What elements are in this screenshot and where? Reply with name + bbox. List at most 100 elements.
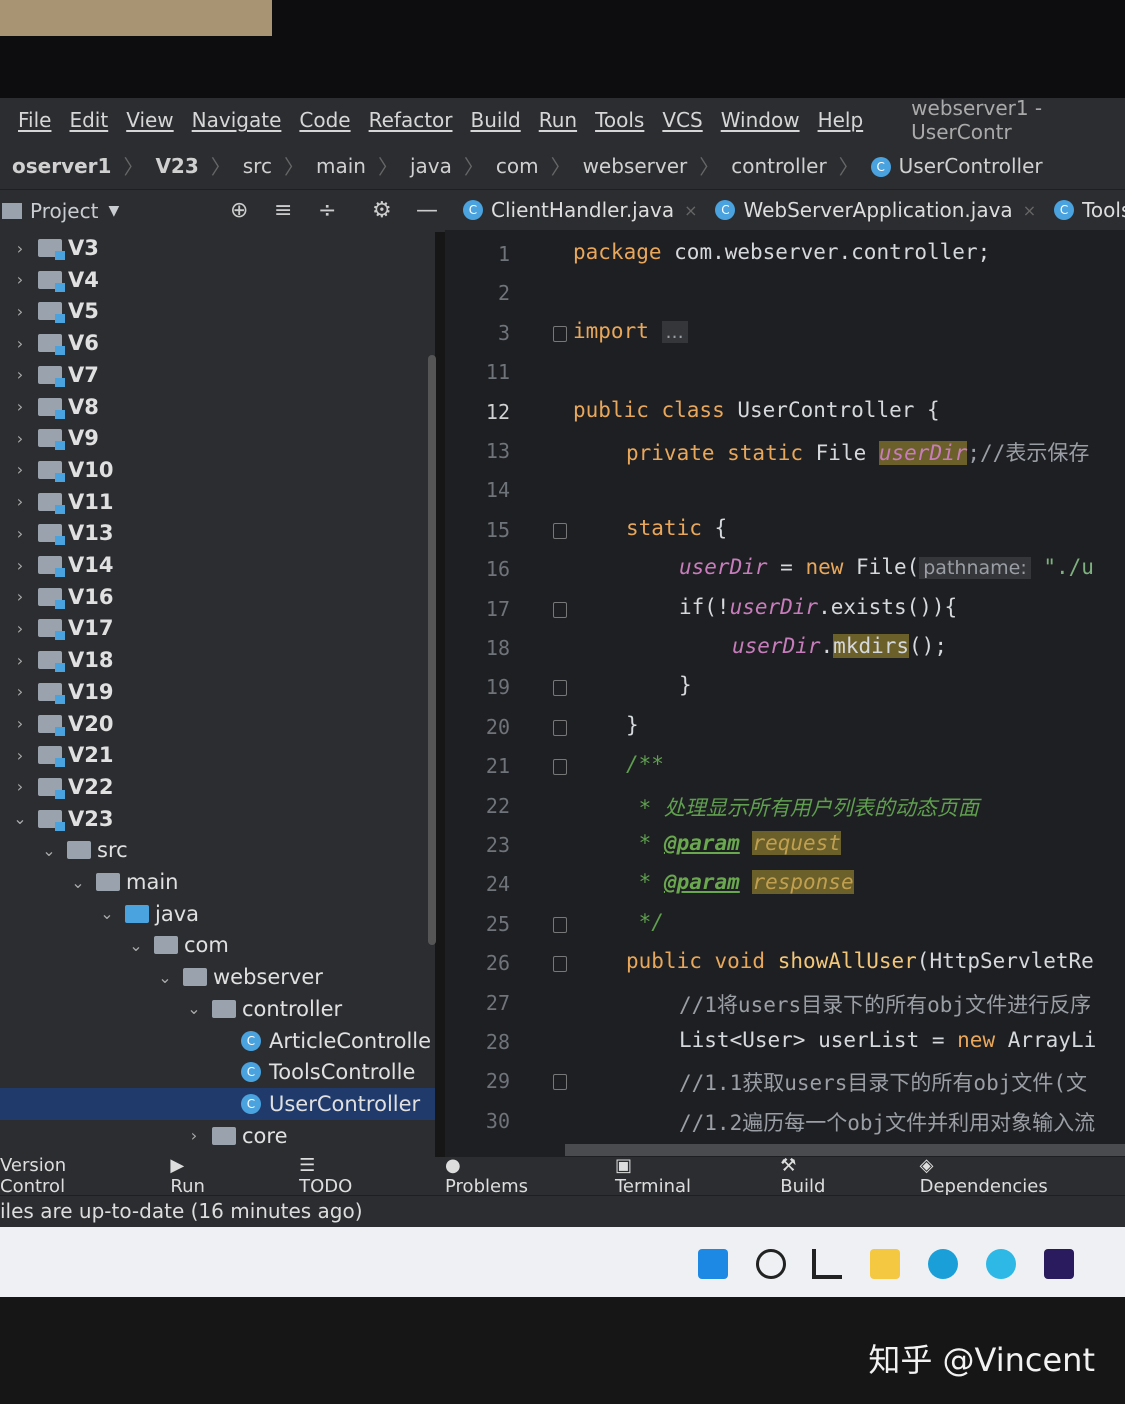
file-explorer-icon[interactable]: [870, 1249, 900, 1279]
tree-item[interactable]: ⌄ java: [0, 898, 435, 930]
tree-item[interactable]: ⌄ V23: [0, 803, 435, 835]
tree-item[interactable]: › V6: [0, 327, 435, 359]
menu-run[interactable]: Run: [539, 108, 577, 132]
fold-marker-icon[interactable]: [553, 601, 567, 618]
chevron-right-icon[interactable]: ›: [10, 334, 30, 353]
breadcrumb-item[interactable]: controller: [731, 154, 826, 178]
menu-help[interactable]: Help: [818, 108, 864, 132]
fold-marker-icon[interactable]: [553, 759, 567, 776]
fold-marker-icon[interactable]: [553, 956, 567, 973]
chevron-down-icon[interactable]: ⌄: [10, 809, 30, 828]
expand-all-icon[interactable]: ≡: [274, 198, 292, 223]
tree-item[interactable]: › V10: [0, 454, 435, 486]
menu-tools[interactable]: Tools: [595, 108, 644, 132]
project-scrollbar[interactable]: [428, 355, 436, 945]
tree-item[interactable]: › V17: [0, 612, 435, 644]
minimize-icon[interactable]: —: [416, 198, 438, 223]
chevron-right-icon[interactable]: ›: [10, 270, 30, 289]
breadcrumb-item[interactable]: src: [243, 154, 272, 178]
tool-todo[interactable]: ☰ TODO: [299, 1155, 413, 1197]
editor-tab[interactable]: C WebServerApplication.java ×: [715, 198, 1036, 222]
breadcrumb-item[interactable]: V23: [155, 154, 198, 178]
fold-marker-icon[interactable]: [553, 719, 567, 736]
editor-tab[interactable]: C Tools: [1054, 198, 1125, 222]
tree-item[interactable]: › V18: [0, 644, 435, 676]
chevron-right-icon[interactable]: ›: [10, 397, 30, 416]
tree-item[interactable]: › V16: [0, 581, 435, 613]
breadcrumb-item[interactable]: com: [496, 154, 539, 178]
collapse-all-icon[interactable]: ÷: [318, 198, 336, 223]
chevron-right-icon[interactable]: ›: [10, 587, 30, 606]
fold-marker-icon[interactable]: [553, 1074, 567, 1091]
fold-marker-icon[interactable]: [553, 325, 567, 342]
tree-item[interactable]: ⌄ src: [0, 834, 435, 866]
tool-run[interactable]: ▶ Run: [170, 1155, 267, 1197]
chevron-right-icon[interactable]: ›: [10, 460, 30, 479]
task-view-icon[interactable]: [812, 1249, 842, 1279]
menu-navigate[interactable]: Navigate: [192, 108, 282, 132]
menu-build[interactable]: Build: [471, 108, 521, 132]
tree-item[interactable]: ⌄ main: [0, 866, 435, 898]
chevron-right-icon[interactable]: ›: [10, 429, 30, 448]
editor-tab[interactable]: C ClientHandler.java ×: [463, 198, 697, 222]
tree-item[interactable]: ⌄ controller: [0, 993, 435, 1025]
breadcrumb-item[interactable]: webserver: [583, 154, 688, 178]
tree-item[interactable]: › V11: [0, 486, 435, 518]
edge-icon[interactable]: [928, 1249, 958, 1279]
breadcrumb-item[interactable]: oserver1: [12, 154, 111, 178]
menu-vcs[interactable]: VCS: [662, 108, 702, 132]
chevron-down-icon[interactable]: ⌄: [184, 999, 204, 1018]
tree-item[interactable]: › V20: [0, 708, 435, 740]
tree-item[interactable]: C UserController: [0, 1087, 435, 1120]
start-icon[interactable]: [698, 1249, 728, 1279]
chevron-right-icon[interactable]: ›: [10, 777, 30, 796]
chevron-right-icon[interactable]: ›: [10, 619, 30, 638]
browser-icon[interactable]: [986, 1249, 1016, 1279]
menu-window[interactable]: Window: [721, 108, 800, 132]
search-icon[interactable]: [756, 1249, 786, 1279]
tree-item[interactable]: › V5: [0, 295, 435, 327]
menu-refactor[interactable]: Refactor: [369, 108, 453, 132]
chevron-down-icon[interactable]: ▼: [108, 203, 119, 219]
tree-item[interactable]: › V13: [0, 517, 435, 549]
tree-item[interactable]: › V22: [0, 771, 435, 803]
menu-edit[interactable]: Edit: [69, 108, 108, 132]
tool-problems[interactable]: ● Problems: [445, 1155, 583, 1197]
chevron-right-icon[interactable]: ›: [10, 556, 30, 575]
chevron-right-icon[interactable]: ›: [10, 651, 30, 670]
tree-item[interactable]: › V4: [0, 264, 435, 296]
tree-item[interactable]: › V3: [0, 232, 435, 264]
chevron-down-icon[interactable]: ⌄: [126, 936, 146, 955]
chevron-right-icon[interactable]: ›: [10, 492, 30, 511]
tree-item[interactable]: › V9: [0, 422, 435, 454]
tree-item[interactable]: › V19: [0, 676, 435, 708]
chevron-down-icon[interactable]: ⌄: [155, 968, 175, 987]
project-panel-title[interactable]: Project: [30, 199, 98, 223]
tool-dependencies[interactable]: ◈ Dependencies: [920, 1155, 1093, 1197]
chevron-right-icon[interactable]: ›: [10, 714, 30, 733]
chevron-right-icon[interactable]: ›: [10, 746, 30, 765]
menu-code[interactable]: Code: [299, 108, 350, 132]
intellij-icon[interactable]: [1044, 1249, 1074, 1279]
tree-item[interactable]: › V8: [0, 391, 435, 423]
tool-build[interactable]: ⚒ Build: [780, 1155, 887, 1197]
chevron-down-icon[interactable]: ⌄: [39, 841, 59, 860]
tree-item[interactable]: › core: [0, 1120, 435, 1152]
chevron-right-icon[interactable]: ›: [10, 302, 30, 321]
tree-item[interactable]: C ArticleControlle: [0, 1025, 435, 1057]
chevron-down-icon[interactable]: ⌄: [68, 873, 88, 892]
breadcrumb-item[interactable]: java: [410, 154, 452, 178]
breadcrumb-item[interactable]: main: [316, 154, 366, 178]
tree-item[interactable]: ⌄ com: [0, 929, 435, 961]
chevron-down-icon[interactable]: ⌄: [97, 904, 117, 923]
close-icon[interactable]: ×: [684, 201, 697, 220]
locate-icon[interactable]: ⊕: [230, 198, 248, 223]
tree-item[interactable]: › V7: [0, 359, 435, 391]
tree-item[interactable]: ⌄ webserver: [0, 961, 435, 993]
code-editor[interactable]: 1 package com.webserver.controller; 2 3 impo…: [445, 232, 1125, 1157]
chevron-right-icon[interactable]: ›: [184, 1126, 204, 1145]
fold-marker-icon[interactable]: [553, 680, 567, 697]
breadcrumb-item[interactable]: C UserController: [870, 154, 1043, 178]
tree-item[interactable]: C ToolsControlle: [0, 1056, 435, 1088]
chevron-right-icon[interactable]: ›: [10, 365, 30, 384]
